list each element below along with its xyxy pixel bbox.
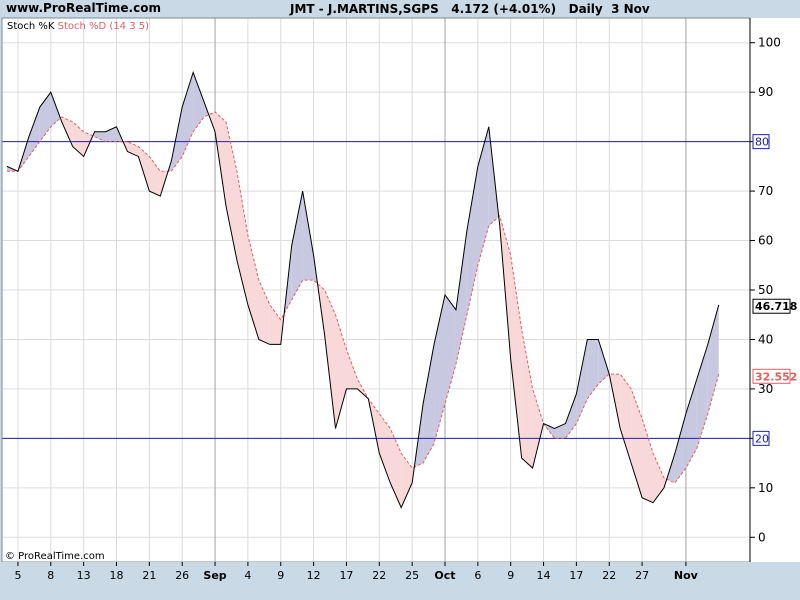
x-tick-label: 12 — [307, 569, 321, 582]
x-tick-label: 18 — [110, 569, 124, 582]
y-tick-label: 50 — [758, 283, 773, 297]
x-tick-label: 22 — [372, 569, 386, 582]
y-tick-label: 10 — [758, 481, 773, 495]
x-tick-label: 27 — [635, 569, 649, 582]
stochastic-chart[interactable]: 0 10 30 40 50 60 70 90 100 80 20 46.718 32.552 5 8 13 18… — [0, 0, 800, 600]
x-tick-label: 26 — [175, 569, 189, 582]
y-tick-label: 40 — [758, 332, 773, 346]
x-tick-label: 25 — [405, 569, 419, 582]
x-tick-label: 4 — [244, 569, 251, 582]
x-tick-label: 21 — [142, 569, 156, 582]
copyright: © ProRealTime.com — [5, 551, 105, 562]
x-tick-label: 17 — [569, 569, 583, 582]
x-tick-label: 9 — [507, 569, 514, 582]
x-tick-label: 14 — [537, 569, 551, 582]
y-tick-label: 100 — [758, 36, 781, 50]
x-tick-label: 22 — [602, 569, 616, 582]
legend-k: Stoch %K — [7, 21, 58, 32]
level-label-text: 80 — [755, 136, 769, 149]
level-label: 20 — [752, 430, 770, 446]
level-label: 80 — [752, 134, 770, 150]
y-tick-label: 30 — [758, 382, 773, 396]
level-label-text: 20 — [755, 432, 769, 445]
x-tick-label: 8 — [47, 569, 54, 582]
x-tick-label: 17 — [339, 569, 353, 582]
legend-d: Stoch %D (14 3 5) — [58, 21, 149, 32]
x-tick-label: Sep — [203, 569, 226, 582]
y-tick-label: 60 — [758, 234, 773, 248]
y-tick-label: 0 — [758, 530, 766, 544]
legend: Stoch %K Stoch %D (14 3 5) — [7, 21, 149, 32]
x-tick-label: 5 — [14, 569, 21, 582]
x-tick-label: 6 — [474, 569, 481, 582]
x-tick-label: 9 — [277, 569, 284, 582]
last-value-k: 46.718 — [755, 300, 797, 313]
x-tick-label: Oct — [434, 569, 455, 582]
y-tick-label: 70 — [758, 184, 773, 198]
last-value-d: 32.552 — [755, 370, 797, 383]
x-tick-label: 13 — [77, 569, 91, 582]
x-tick-label: Nov — [674, 569, 699, 582]
y-tick-label: 90 — [758, 85, 773, 99]
